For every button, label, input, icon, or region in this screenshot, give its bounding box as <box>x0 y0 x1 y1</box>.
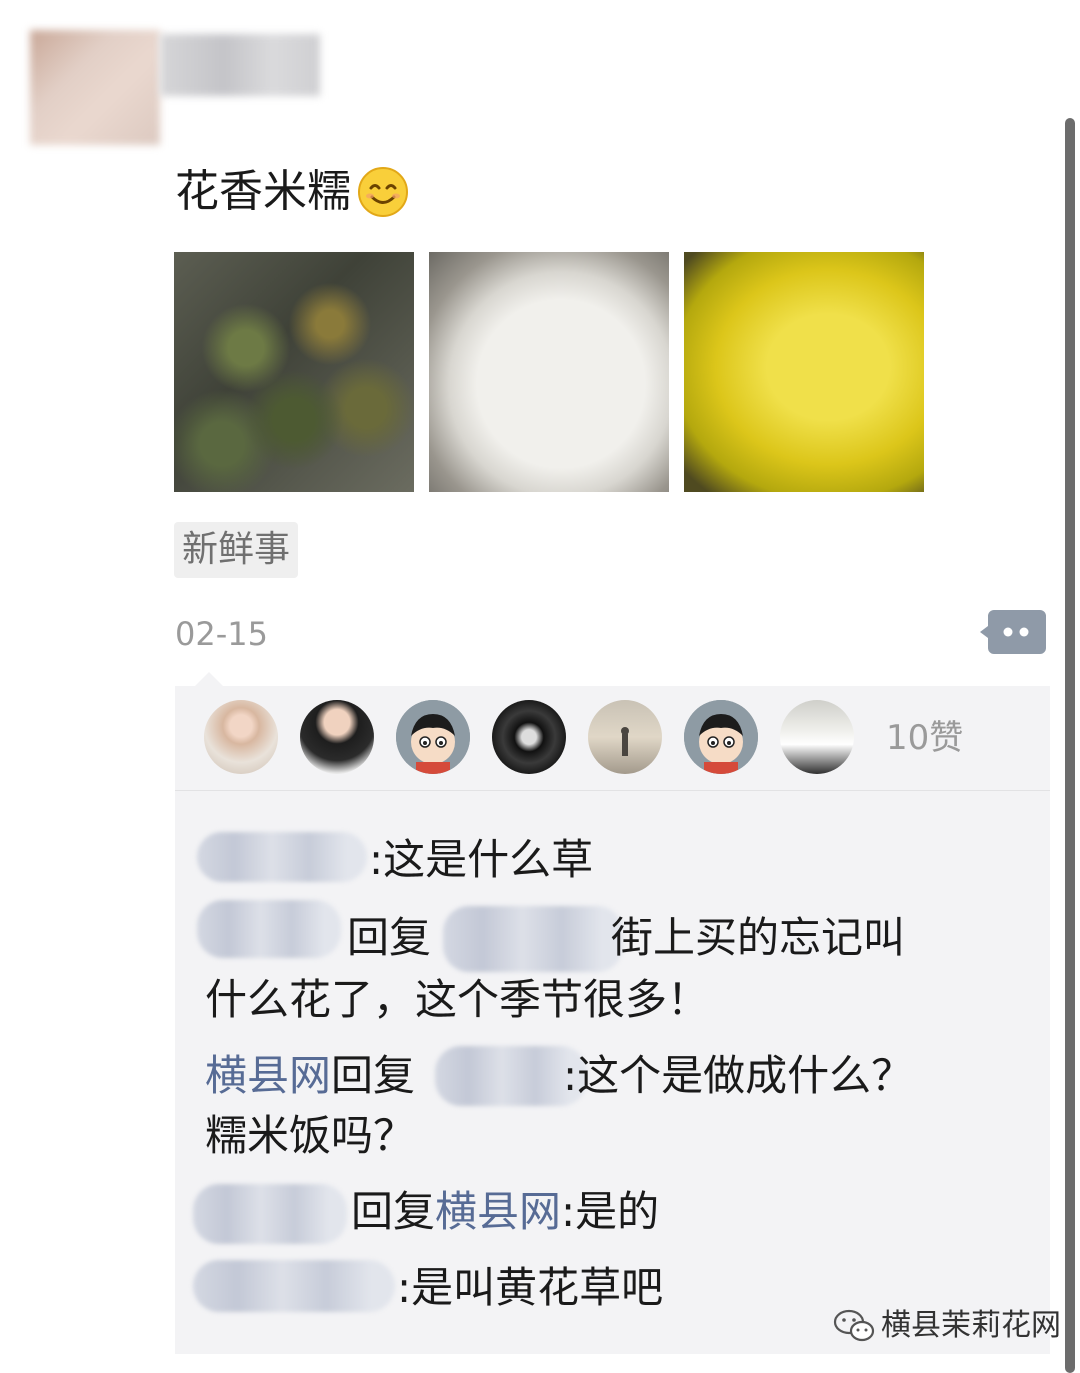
comment-3-text-a: :这个是做成什么？ <box>563 1051 914 1100</box>
comment-2-text-b: 什么花了，这个季节很多！ <box>205 975 710 1024</box>
post-photo-herbs[interactable] <box>174 252 414 492</box>
like-avatar-4[interactable] <box>492 700 566 774</box>
post-text: 花香米糯 <box>175 162 409 222</box>
comment-3-line-2[interactable]: 糯米饭吗？ <box>205 1106 1025 1166</box>
post-text-content: 花香米糯 <box>175 166 351 217</box>
like-avatar-5[interactable] <box>588 700 662 774</box>
smile-emoji-icon <box>358 167 408 217</box>
comment-4-reply: 回复 <box>351 1187 436 1236</box>
like-avatar-6[interactable] <box>684 700 758 774</box>
like-avatar-3[interactable] <box>396 700 470 774</box>
comment-2-line-2[interactable]: 什么花了，这个季节很多！ <box>205 970 1025 1030</box>
comment-1-text: :这是什么草 <box>369 835 594 884</box>
like-avatar-1[interactable] <box>204 700 278 774</box>
post-tag[interactable]: 新鲜事 <box>174 522 299 578</box>
watermark-text: 横县茉莉花网 <box>881 1308 1061 1343</box>
wechat-icon <box>833 1309 875 1342</box>
likes-count: 10赞 <box>886 718 964 758</box>
commenter-name-4[interactable] <box>193 1184 347 1244</box>
comment-3-author[interactable]: 横县网 <box>205 1051 331 1100</box>
watermark: 横县茉莉花网 <box>833 1306 1061 1346</box>
comment-2-line-1[interactable]: 回复 街上买的忘记叫 <box>347 908 1007 968</box>
comment-2-reply: 回复 <box>347 913 432 962</box>
like-avatar-7[interactable] <box>780 700 854 774</box>
commenter-name-5[interactable] <box>193 1260 395 1312</box>
cartoon-face-icon <box>684 700 758 774</box>
likes-row: 10赞 <box>175 686 1050 791</box>
comment-4[interactable]: 回复横县网:是的 <box>351 1182 1001 1242</box>
comment-1[interactable]: :这是什么草 <box>369 830 999 890</box>
comment-4-target[interactable]: 横县网 <box>435 1187 561 1236</box>
comment-3-line-1[interactable]: 横县网回复 :这个是做成什么？ <box>205 1046 1025 1106</box>
post-date: 02-15 <box>175 615 268 653</box>
post-photo-rice[interactable] <box>429 252 669 492</box>
commenter-name-1[interactable] <box>197 832 367 882</box>
comment-4-text: :是的 <box>561 1187 660 1236</box>
cartoon-face-icon <box>396 700 470 774</box>
comment-3-reply: 回复 <box>331 1051 416 1100</box>
figure-icon <box>621 727 629 756</box>
commenter-name-2[interactable] <box>197 900 341 958</box>
comment-more-icon[interactable] <box>980 606 1046 658</box>
comment-2-text-a: 街上买的忘记叫 <box>611 913 906 962</box>
comment-3-text-b: 糯米饭吗？ <box>205 1111 416 1160</box>
poster-name[interactable] <box>160 34 320 96</box>
like-avatar-2[interactable] <box>300 700 374 774</box>
likes-comments-panel: 10赞 :这是什么草 回复 街上买的忘记叫 什么花了，这个季节很多！ 横县网回复:… <box>175 686 1050 1354</box>
scrollbar[interactable] <box>1065 118 1075 1373</box>
post-photo-yellow-rice[interactable] <box>684 252 924 492</box>
poster-avatar[interactable] <box>30 30 160 145</box>
comment-5-text: :是叫黄花草吧 <box>397 1263 664 1312</box>
